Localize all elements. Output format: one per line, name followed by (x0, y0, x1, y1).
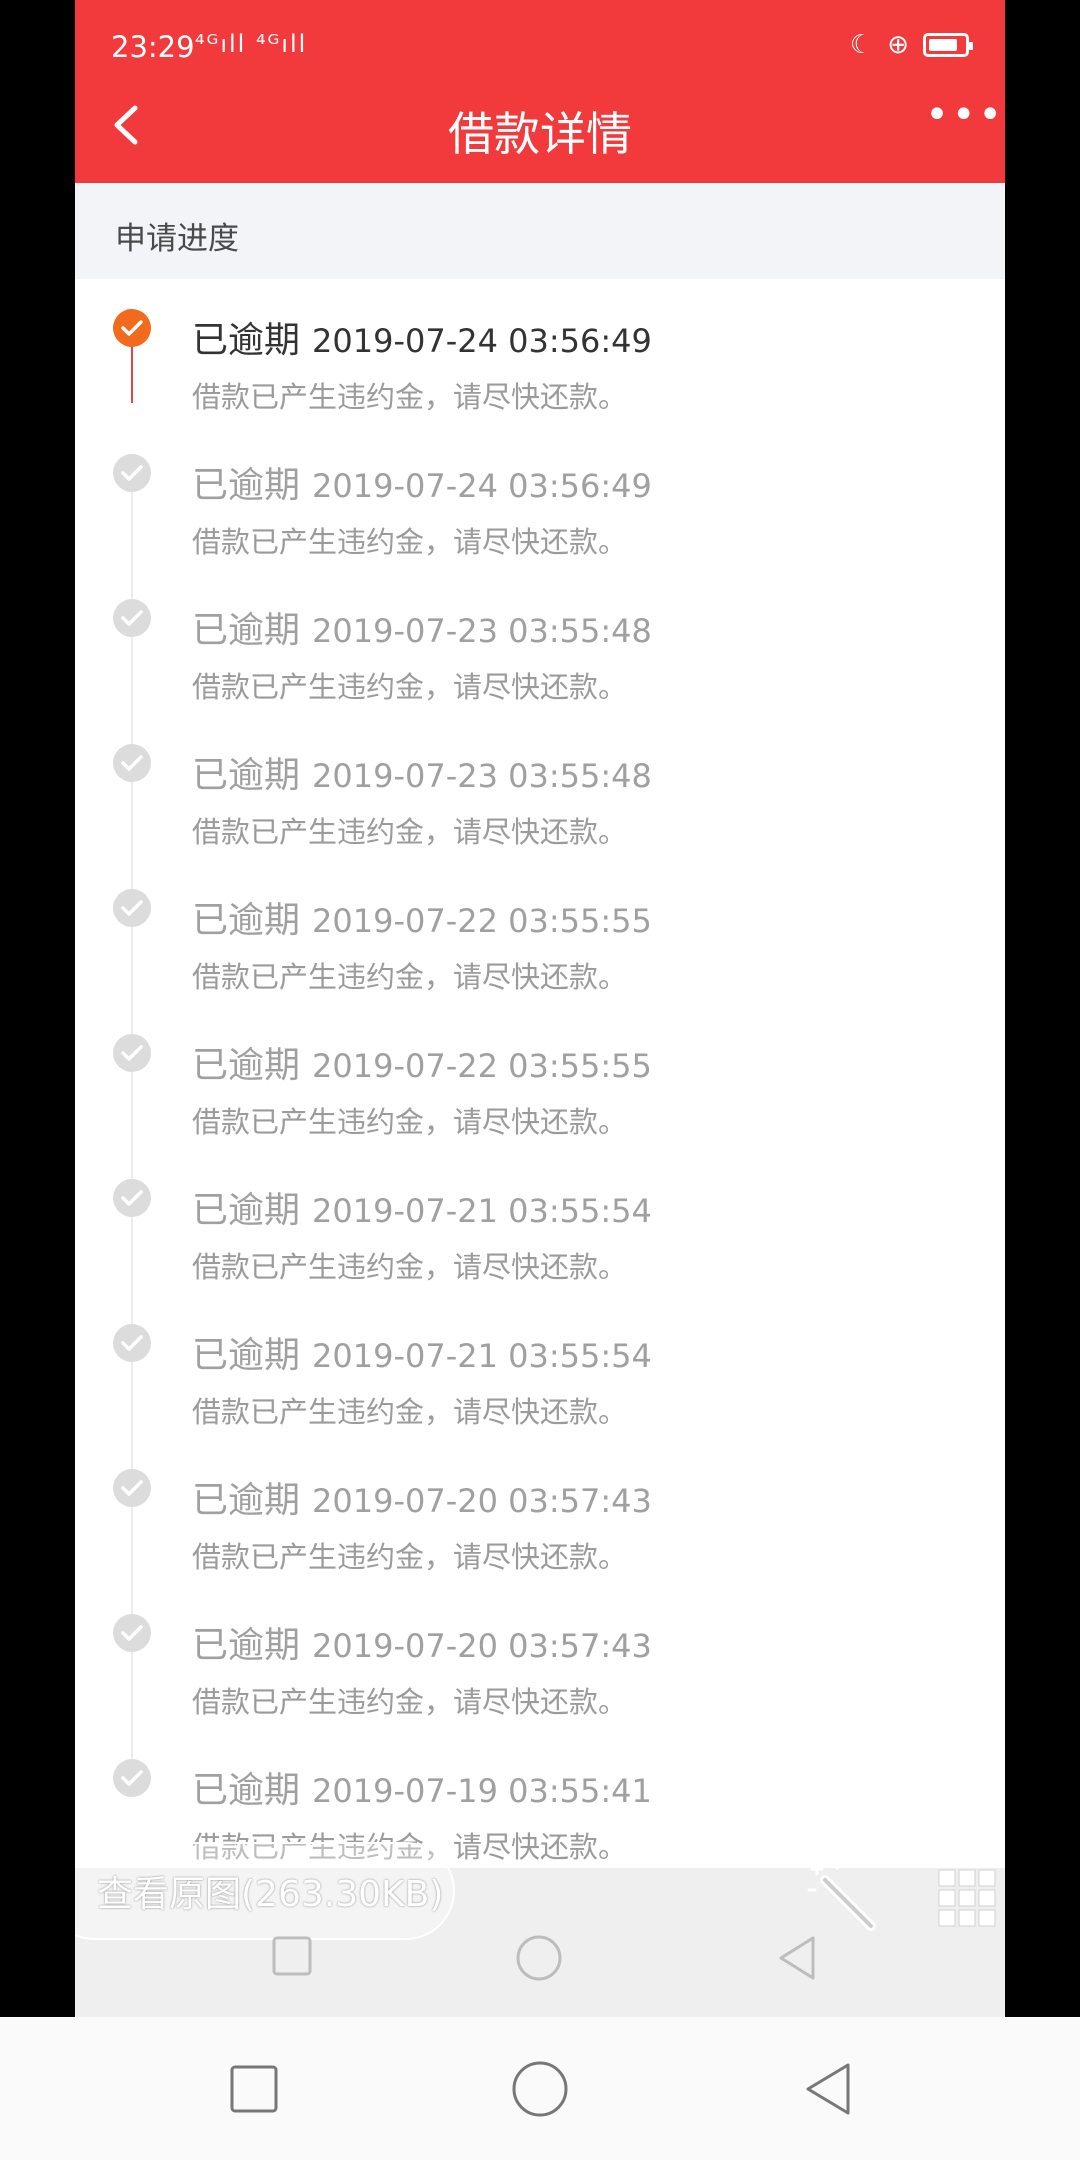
timeline-timestamp: 2019-07-21 03:55:54 (312, 1192, 652, 1230)
timeline-timestamp: 2019-07-21 03:55:54 (312, 1337, 652, 1375)
image-viewer-toolbar: 查看原图(263.30KB) (75, 1842, 1005, 2017)
timeline-item: 已逾期 2019-07-22 03:55:55 借款已产生违约金，请尽快还款。 (75, 1004, 1005, 1149)
timeline-description: 借款已产生违约金，请尽快还款。 (192, 1105, 628, 1139)
recent-apps-button[interactable] (222, 2057, 286, 2121)
timeline-heading: 已逾期 2019-07-23 03:55:48 (192, 601, 652, 653)
check-circle-icon (113, 889, 151, 927)
check-circle-icon (113, 1324, 151, 1362)
more-options-button[interactable]: ••• (925, 92, 1005, 138)
page-title: 借款详情 (448, 107, 632, 161)
battery-icon (923, 33, 973, 57)
timeline-status: 已逾期 (192, 1770, 301, 1811)
timeline-heading: 已逾期 2019-07-24 03:56:49 (192, 311, 652, 363)
timeline-status: 已逾期 (192, 1190, 301, 1231)
check-circle-icon (113, 454, 151, 492)
timeline-description: 借款已产生违约金，请尽快还款。 (192, 525, 628, 559)
timeline-status: 已逾期 (192, 1480, 301, 1521)
timeline-status: 已逾期 (192, 610, 301, 651)
grid-icon[interactable] (937, 1868, 997, 1928)
view-original-button[interactable]: 查看原图(263.30KB) (75, 1842, 455, 1940)
timeline-description: 借款已产生违约金，请尽快还款。 (192, 1395, 628, 1429)
check-circle-icon (113, 1614, 151, 1652)
timeline-heading: 已逾期 2019-07-21 03:55:54 (192, 1326, 652, 1378)
magic-wand-icon[interactable] (803, 1858, 883, 1938)
check-circle-icon (113, 1034, 151, 1072)
timeline-timestamp: 2019-07-24 03:56:49 (312, 467, 652, 505)
timeline-timestamp: 2019-07-23 03:55:48 (312, 612, 652, 650)
timeline-item: 已逾期 2019-07-24 03:56:49 借款已产生违约金，请尽快还款。 (75, 279, 1005, 424)
timeline-description: 借款已产生违约金，请尽快还款。 (192, 1250, 628, 1284)
timeline-heading: 已逾期 2019-07-20 03:57:43 (192, 1616, 652, 1668)
timeline-timestamp: 2019-07-20 03:57:43 (312, 1627, 652, 1665)
timeline-timestamp: 2019-07-23 03:55:48 (312, 757, 652, 795)
timeline-heading: 已逾期 2019-07-21 03:55:54 (192, 1181, 652, 1233)
home-button[interactable] (508, 2057, 572, 2121)
timeline-description: 借款已产生违约金，请尽快还款。 (192, 960, 628, 994)
timeline-status: 已逾期 (192, 320, 301, 361)
app-header: 23:29 ⁴ᴳıll ⁴ᴳıll ☾ ⊕ 借款详情 ••• (75, 0, 1005, 183)
lock-rotate-icon: ⊕ (887, 30, 909, 60)
phone-screen: 23:29 ⁴ᴳıll ⁴ᴳıll ☾ ⊕ 借款详情 ••• 申请进度 已逾期 2… (75, 0, 1005, 2017)
timeline-heading: 已逾期 2019-07-24 03:56:49 (192, 456, 652, 508)
timeline-item: 已逾期 2019-07-24 03:56:49 借款已产生违约金，请尽快还款。 (75, 424, 1005, 569)
timeline-description: 借款已产生违约金，请尽快还款。 (192, 1685, 628, 1719)
timeline-description: 借款已产生违约金，请尽快还款。 (192, 815, 628, 849)
timeline-heading: 已逾期 2019-07-22 03:55:55 (192, 891, 652, 943)
timeline-status: 已逾期 (192, 755, 301, 796)
system-navigation-bar (0, 2017, 1080, 2160)
back-triangle-icon (779, 1936, 815, 1980)
timeline-timestamp: 2019-07-22 03:55:55 (312, 1047, 652, 1085)
timeline-timestamp: 2019-07-19 03:55:41 (312, 1772, 652, 1810)
timeline-heading: 已逾期 2019-07-22 03:55:55 (192, 1036, 652, 1088)
recent-apps-icon (272, 1936, 312, 1976)
timeline-item: 已逾期 2019-07-23 03:55:48 借款已产生违约金，请尽快还款。 (75, 714, 1005, 859)
moon-icon: ☾ (849, 30, 874, 60)
check-circle-icon (113, 1469, 151, 1507)
timeline-timestamp: 2019-07-20 03:57:43 (312, 1482, 652, 1520)
signal-icon: ⁴ᴳıll ⁴ᴳıll (195, 30, 308, 58)
section-header: 申请进度 (75, 183, 1005, 279)
timeline-description: 借款已产生违约金，请尽快还款。 (192, 1540, 628, 1574)
timeline-item: 已逾期 2019-07-21 03:55:54 借款已产生违约金，请尽快还款。 (75, 1294, 1005, 1439)
timeline-item: 已逾期 2019-07-21 03:55:54 借款已产生违约金，请尽快还款。 (75, 1149, 1005, 1294)
timeline-item: 已逾期 2019-07-20 03:57:43 借款已产生违约金，请尽快还款。 (75, 1439, 1005, 1584)
timeline-status: 已逾期 (192, 1045, 301, 1086)
timeline-timestamp: 2019-07-24 03:56:49 (312, 322, 652, 360)
timeline-description: 借款已产生违约金，请尽快还款。 (192, 670, 628, 704)
timeline-status: 已逾期 (192, 465, 301, 506)
check-circle-icon (113, 309, 151, 347)
home-icon (516, 1935, 562, 1981)
status-time: 23:29 (111, 30, 195, 64)
timeline-timestamp: 2019-07-22 03:55:55 (312, 902, 652, 940)
timeline-item: 已逾期 2019-07-22 03:55:55 借款已产生违约金，请尽快还款。 (75, 859, 1005, 1004)
check-circle-icon (113, 599, 151, 637)
timeline-heading: 已逾期 2019-07-19 03:55:41 (192, 1761, 652, 1813)
check-circle-icon (113, 1179, 151, 1217)
timeline-description: 借款已产生违约金，请尽快还款。 (192, 380, 628, 414)
timeline-status: 已逾期 (192, 900, 301, 941)
timeline-heading: 已逾期 2019-07-20 03:57:43 (192, 1471, 652, 1523)
timeline-status: 已逾期 (192, 1335, 301, 1376)
timeline-status: 已逾期 (192, 1625, 301, 1666)
back-nav-button[interactable] (796, 2057, 860, 2121)
check-circle-icon (113, 744, 151, 782)
timeline-item: 已逾期 2019-07-23 03:55:48 借款已产生违约金，请尽快还款。 (75, 569, 1005, 714)
check-circle-icon (113, 1759, 151, 1797)
section-title: 申请进度 (115, 221, 239, 257)
status-icons: ☾ ⊕ (849, 30, 973, 60)
timeline-item: 已逾期 2019-07-20 03:57:43 借款已产生违约金，请尽快还款。 (75, 1584, 1005, 1729)
timeline-heading: 已逾期 2019-07-23 03:55:48 (192, 746, 652, 798)
